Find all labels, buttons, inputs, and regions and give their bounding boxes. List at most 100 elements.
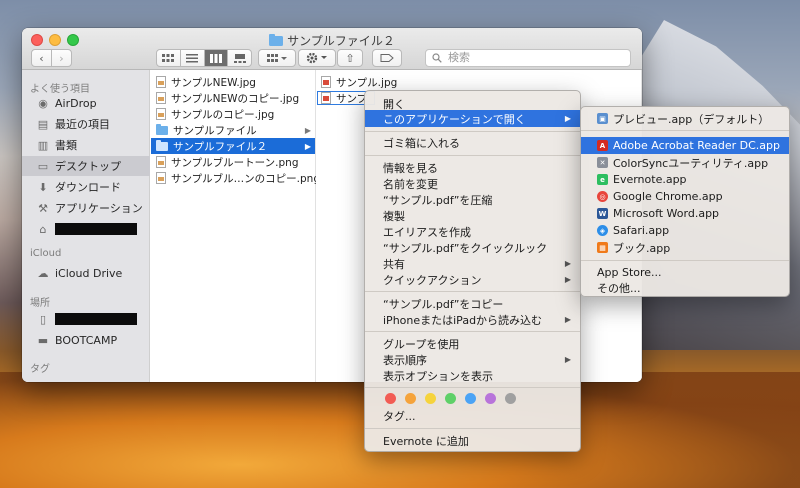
menu-separator (581, 130, 789, 131)
sidebar-item-applications[interactable]: ⚒ アプリケーション (22, 198, 150, 218)
folder-name: サンプルファイル２ (173, 140, 268, 153)
sidebar-item-icloud-drive[interactable]: ☁ iCloud Drive (22, 263, 150, 283)
menu-item-import-from-iphone[interactable]: iPhoneまたはiPadから読み込む ▶ (365, 311, 580, 328)
desktop-icon: ▭ (37, 159, 49, 173)
menu-item-share[interactable]: 共有 ▶ (365, 255, 580, 272)
submenu-item-word[interactable]: W Microsoft Word.app (581, 205, 789, 222)
file-name: サンプルNEW.jpg (171, 76, 256, 89)
list-view-icon (186, 53, 199, 62)
list-view-button[interactable] (181, 50, 205, 66)
file-row[interactable]: サンプル.jpg (316, 74, 641, 90)
submenu-item-safari[interactable]: ◈ Safari.app (581, 222, 789, 239)
menu-item-quick-actions[interactable]: クイックアクション ▶ (365, 271, 580, 288)
group-by-button[interactable] (258, 49, 296, 67)
submenu-item-label: App Store... (597, 266, 662, 279)
sidebar-item-label: BOOTCAMP (55, 333, 118, 347)
sidebar-item-desktop[interactable]: ▭ デスクトップ (22, 156, 150, 176)
sidebar-item-home[interactable]: ⌂ (22, 219, 150, 239)
tag-purple-button[interactable] (485, 393, 496, 404)
action-menu-button[interactable] (298, 49, 336, 67)
submenu-item-evernote[interactable]: e Evernote.app (581, 171, 789, 188)
menu-item-duplicate[interactable]: 複製 (365, 207, 580, 224)
menu-item-label: “サンプル.pdf”を圧縮 (383, 193, 493, 207)
submenu-item-preview[interactable]: ▣ プレビュー.app（デフォルト） (581, 110, 789, 127)
edit-tags-button[interactable] (372, 49, 402, 67)
submenu-item-label: ColorSyncユーティリティ.app (613, 156, 769, 170)
gear-icon (306, 52, 327, 64)
menu-item-label: 表示順序 (383, 353, 427, 367)
share-icon: ⇧ (345, 51, 355, 65)
submenu-item-chrome[interactable]: ◎ Google Chrome.app (581, 188, 789, 205)
tag-yellow-button[interactable] (425, 393, 436, 404)
tag-blue-button[interactable] (465, 393, 476, 404)
colorsync-icon: ✕ (597, 157, 608, 168)
folder-row[interactable]: サンプルファイル ▶ (151, 122, 315, 138)
sidebar-item-recents[interactable]: ▤ 最近の項目 (22, 114, 150, 134)
chevron-left-icon: ‹ (39, 51, 44, 65)
tag-gray-button[interactable] (505, 393, 516, 404)
submenu-arrow-icon: ▶ (564, 355, 571, 364)
menu-item-show-view-options[interactable]: 表示オプションを表示 (365, 367, 580, 384)
file-row[interactable]: サンプルのコピー.jpg (151, 106, 315, 122)
file-name: サンプルのコピー.jpg (171, 108, 275, 121)
sidebar-item-iphone[interactable]: ▯ (22, 309, 150, 329)
sidebar-item-bootcamp[interactable]: ▬ BOOTCAMP (22, 330, 150, 350)
search-input[interactable]: 検索 (425, 49, 631, 67)
file-row[interactable]: サンプルブルートーン.png (151, 154, 315, 170)
submenu-item-other[interactable]: その他... (581, 279, 789, 296)
menu-item-sort-by[interactable]: 表示順序 ▶ (365, 351, 580, 368)
sidebar-item-downloads[interactable]: ⬇ ダウンロード (22, 177, 150, 197)
submenu-arrow-icon: ▶ (564, 275, 571, 284)
search-icon (432, 53, 442, 63)
icon-view-button[interactable] (157, 50, 181, 66)
menu-item-add-to-evernote[interactable]: Evernote に追加 (365, 432, 580, 449)
safari-icon: ◈ (597, 225, 608, 236)
menu-item-get-info[interactable]: 情報を見る (365, 159, 580, 176)
file-name: サンプ (336, 92, 368, 105)
submenu-item-label: その他... (597, 281, 641, 295)
image-file-icon (156, 172, 166, 184)
file-name: サンプル.jpg (336, 76, 398, 89)
file-row[interactable]: サンプルNEW.jpg (151, 74, 315, 90)
share-button[interactable]: ⇧ (337, 49, 363, 67)
folder-row-selected[interactable]: サンプルファイル２ ▶ (151, 138, 315, 154)
menu-item-use-groups[interactable]: グループを使用 (365, 335, 580, 352)
tag-red-button[interactable] (385, 393, 396, 404)
sidebar-heading-icloud: iCloud (30, 248, 62, 259)
search-placeholder: 検索 (448, 51, 470, 64)
sidebar-item-airdrop[interactable]: ◉ AirDrop (22, 93, 150, 113)
file-name: サンプルNEWのコピー.jpg (171, 92, 300, 105)
submenu-item-colorsync[interactable]: ✕ ColorSyncユーティリティ.app (581, 154, 789, 171)
tag-green-button[interactable] (445, 393, 456, 404)
forward-button[interactable]: › (51, 49, 72, 67)
window-title: サンプルファイル２ (22, 32, 642, 49)
acrobat-icon: A (597, 140, 608, 151)
sidebar-item-documents[interactable]: ▥ 書類 (22, 135, 150, 155)
menu-item-move-to-trash[interactable]: ゴミ箱に入れる (365, 134, 580, 151)
file-row[interactable]: サンプルブル…ンのコピー.png (151, 170, 320, 186)
menu-item-open-with[interactable]: このアプリケーションで開く ▶ (365, 110, 580, 127)
column-view-button[interactable] (204, 50, 229, 66)
menu-item-compress[interactable]: “サンプル.pdf”を圧縮 (365, 191, 580, 208)
menu-item-make-alias[interactable]: エイリアスを作成 (365, 223, 580, 240)
back-button[interactable]: ‹ (31, 49, 52, 67)
view-mode-segmented-control (156, 49, 252, 67)
menu-item-rename[interactable]: 名前を変更 (365, 175, 580, 192)
folder-icon (269, 34, 284, 46)
gallery-view-button[interactable] (228, 50, 251, 66)
menu-separator (581, 260, 789, 261)
menu-item-label: “サンプル.pdf”をコピー (383, 297, 504, 311)
menu-item-tags[interactable]: タグ... (365, 407, 580, 424)
submenu-arrow-icon: ▶ (564, 114, 571, 123)
word-icon: W (597, 208, 608, 219)
file-row[interactable]: サンプルNEWのコピー.jpg (151, 90, 315, 106)
menu-item-label: “サンプル.pdf”をクイックルック (383, 241, 548, 255)
menu-item-copy[interactable]: “サンプル.pdf”をコピー (365, 295, 580, 312)
submenu-item-adobe-acrobat[interactable]: A Adobe Acrobat Reader DC.app (581, 137, 789, 154)
menu-item-quick-look[interactable]: “サンプル.pdf”をクイックルック (365, 239, 580, 256)
menu-item-label: iPhoneまたはiPadから読み込む (383, 313, 543, 327)
tag-orange-button[interactable] (405, 393, 416, 404)
recents-icon: ▤ (37, 117, 49, 131)
submenu-item-books[interactable]: ▦ ブック.app (581, 239, 789, 256)
submenu-item-label: Microsoft Word.app (613, 207, 720, 220)
